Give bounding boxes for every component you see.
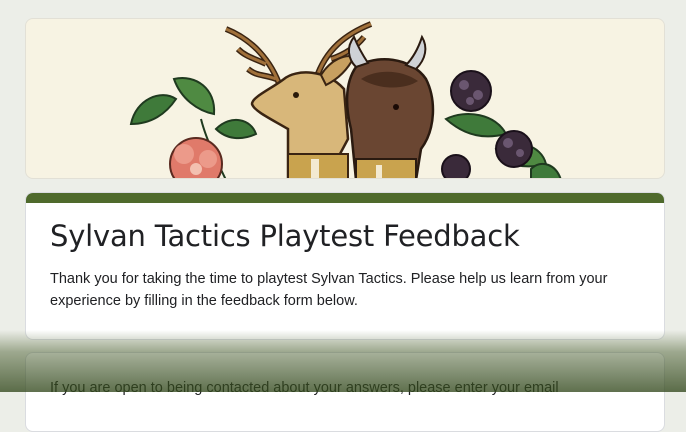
- question-card: If you are open to being contacted about…: [25, 352, 665, 432]
- form-title-card: Sylvan Tactics Playtest Feedback Thank y…: [25, 192, 665, 340]
- form-title: Sylvan Tactics Playtest Feedback: [50, 219, 520, 253]
- banner-illustration: [129, 21, 562, 178]
- title-card-accent-bar: [26, 193, 664, 203]
- header-banner-image: [25, 18, 665, 179]
- question-text: If you are open to being contacted about…: [50, 380, 559, 396]
- form-description: Thank you for taking the time to playtes…: [50, 271, 608, 309]
